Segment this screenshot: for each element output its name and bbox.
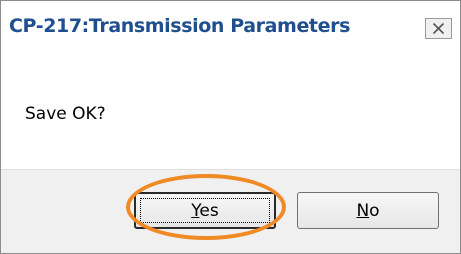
yes-label-rest: es: [199, 200, 219, 221]
no-mnemonic: N: [356, 200, 370, 221]
close-button[interactable]: [425, 18, 452, 39]
dialog-title: CP-217:Transmission Parameters: [9, 15, 350, 37]
dialog-message: Save OK?: [25, 104, 106, 124]
button-bar: Yes No: [1, 169, 460, 253]
no-button-label: No: [356, 201, 379, 221]
dialog-window: CP-217:Transmission Parameters Save OK? …: [0, 0, 461, 254]
no-button[interactable]: No: [297, 192, 439, 229]
no-label-rest: o: [369, 200, 380, 221]
yes-button[interactable]: Yes: [134, 192, 276, 229]
dialog-content: Save OK?: [1, 53, 460, 169]
yes-button-label: Yes: [191, 201, 218, 221]
close-icon: [432, 22, 445, 35]
title-bar[interactable]: CP-217:Transmission Parameters: [1, 1, 460, 53]
